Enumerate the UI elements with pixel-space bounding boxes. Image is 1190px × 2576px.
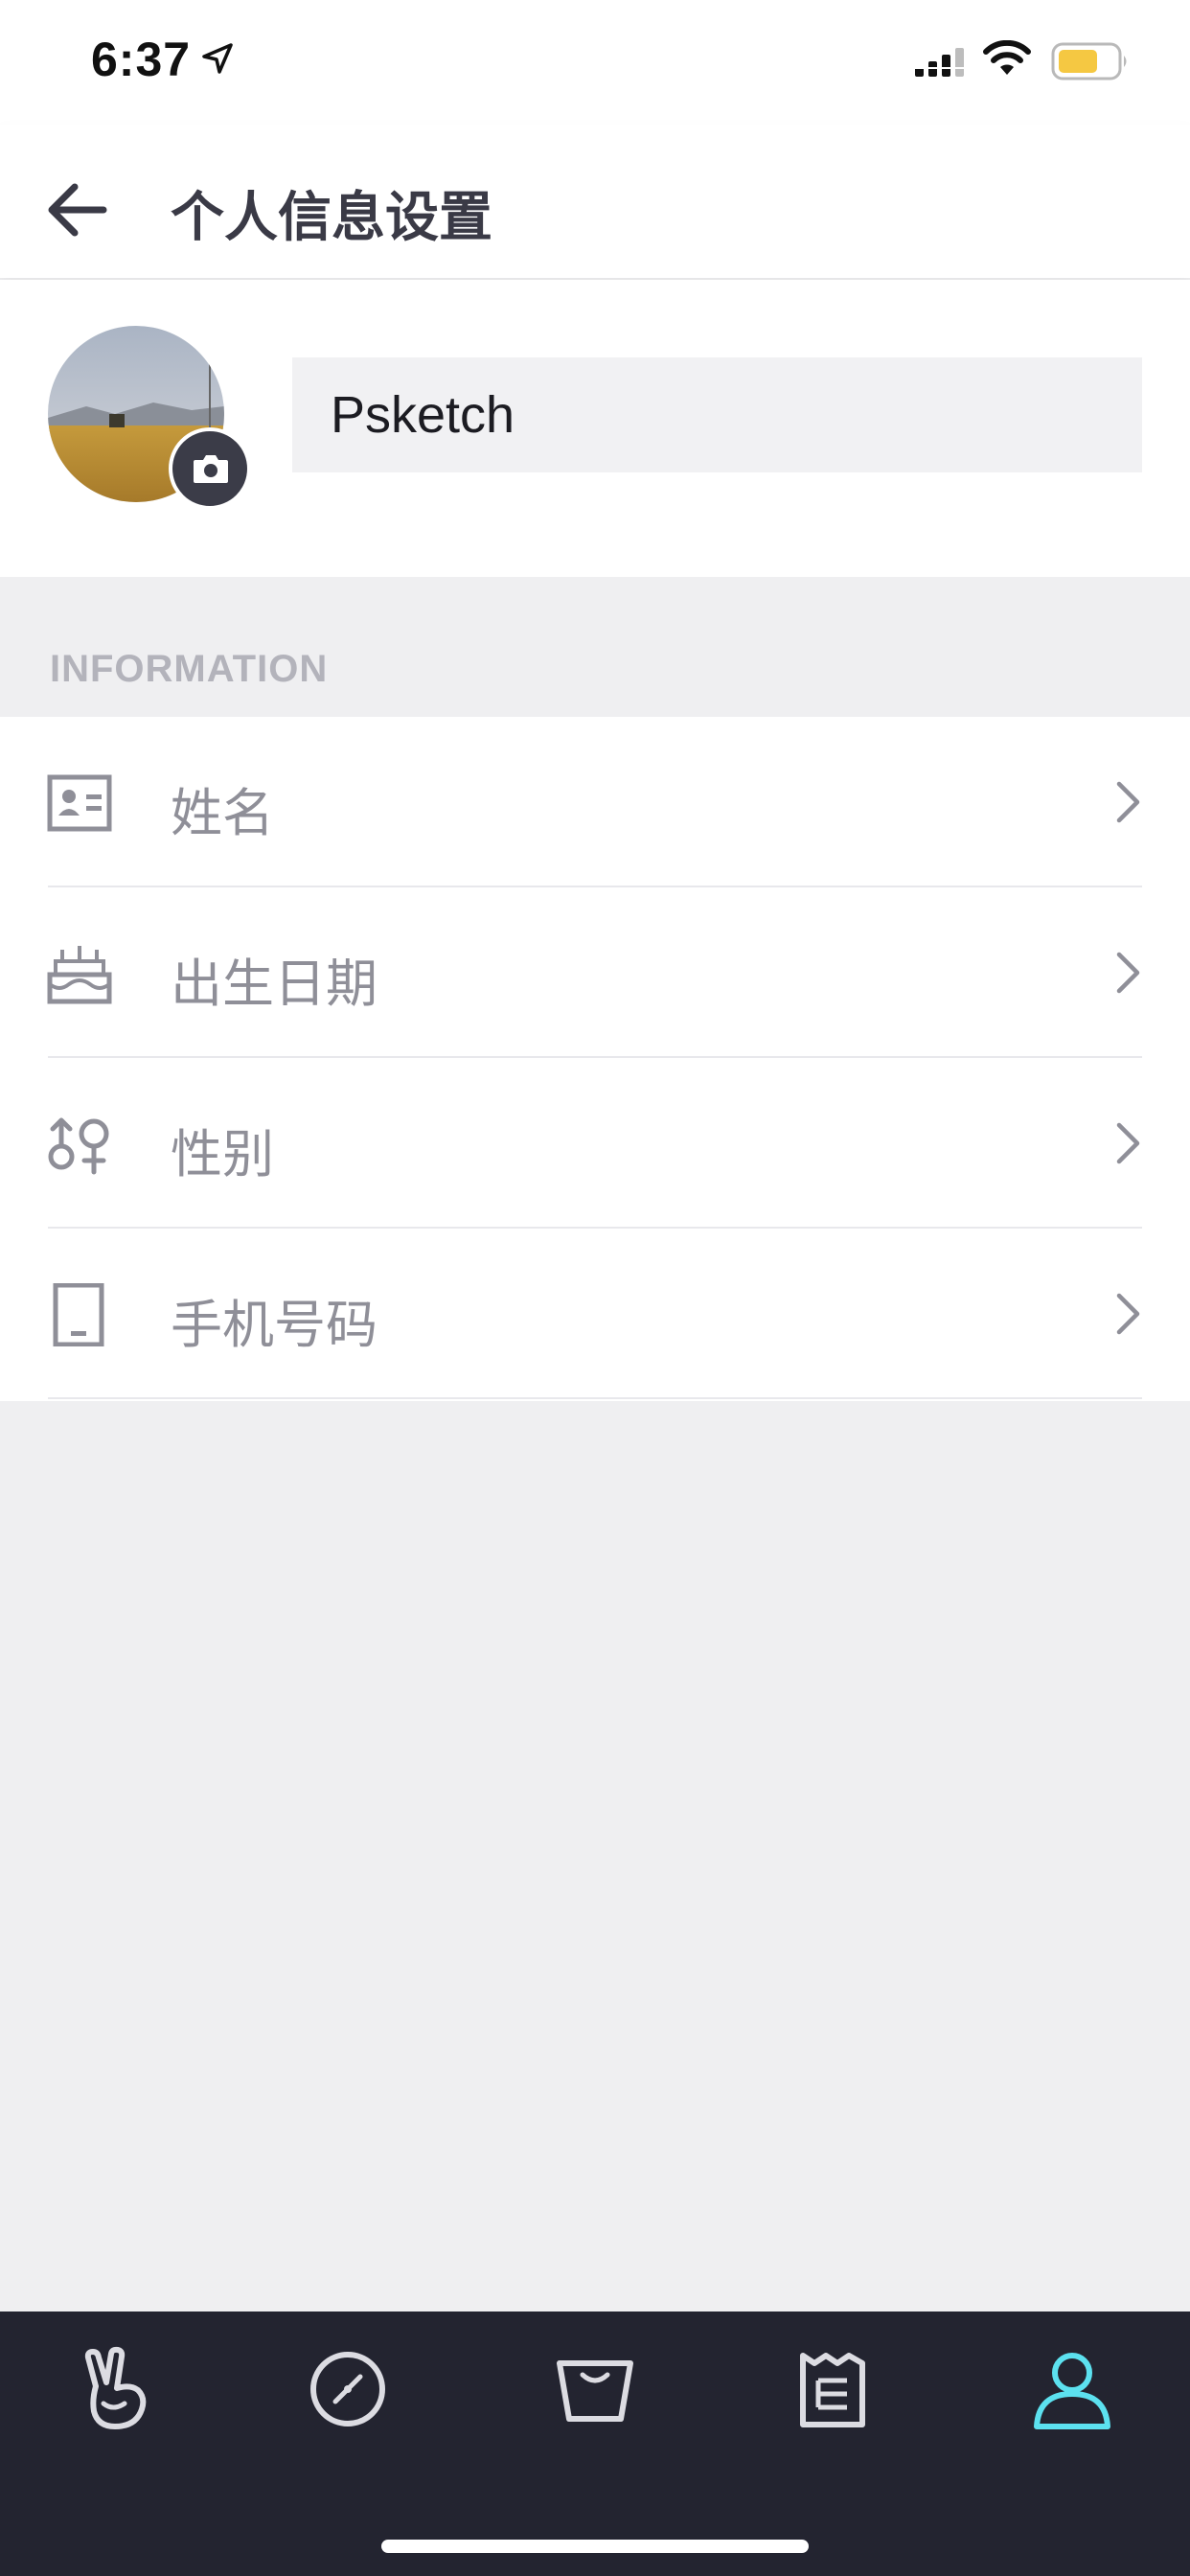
list-item-label: 性别 (171, 1124, 274, 1184)
tab-basket[interactable] (552, 2346, 638, 2432)
birthday-cake-icon (47, 946, 112, 1004)
status-time: 6:37 (91, 33, 192, 86)
divider (48, 1397, 1142, 1399)
tab-compass[interactable] (305, 2346, 391, 2432)
location-arrow-icon (202, 43, 233, 74)
camera-icon (194, 455, 228, 483)
info-list: 姓名 出生日期 性别 手机号码 (0, 717, 1190, 1401)
list-item-label: 手机号码 (171, 1295, 378, 1355)
list-item-label: 姓名 (171, 783, 274, 843)
tab-peace-hand[interactable] (75, 2346, 161, 2432)
change-avatar-button[interactable] (169, 427, 251, 510)
section-header: INFORMATION (50, 648, 329, 690)
chevron-right-icon (1116, 1293, 1140, 1335)
gender-icon (48, 1117, 109, 1175)
list-item-label: 出生日期 (171, 954, 378, 1014)
list-item-birthday[interactable]: 出生日期 (0, 887, 1190, 1058)
list-item-name[interactable]: 姓名 (0, 717, 1190, 887)
chevron-right-icon (1116, 781, 1140, 823)
chevron-right-icon (1116, 1122, 1140, 1164)
phone-icon (53, 1283, 104, 1346)
back-arrow-icon[interactable] (46, 182, 107, 238)
home-indicator[interactable] (381, 2540, 809, 2553)
nickname-input[interactable] (292, 357, 1142, 472)
wifi-icon (983, 40, 1031, 75)
list-item-gender[interactable]: 性别 (0, 1058, 1190, 1229)
tab-profile[interactable] (1029, 2346, 1115, 2432)
cellular-signal-icon (915, 48, 964, 77)
battery-icon (1051, 42, 1127, 80)
id-card-icon (47, 774, 112, 832)
tab-receipt[interactable] (790, 2346, 876, 2432)
chevron-right-icon (1116, 952, 1140, 994)
page-title: 个人信息设置 (171, 187, 492, 249)
list-item-phone[interactable]: 手机号码 (0, 1229, 1190, 1399)
